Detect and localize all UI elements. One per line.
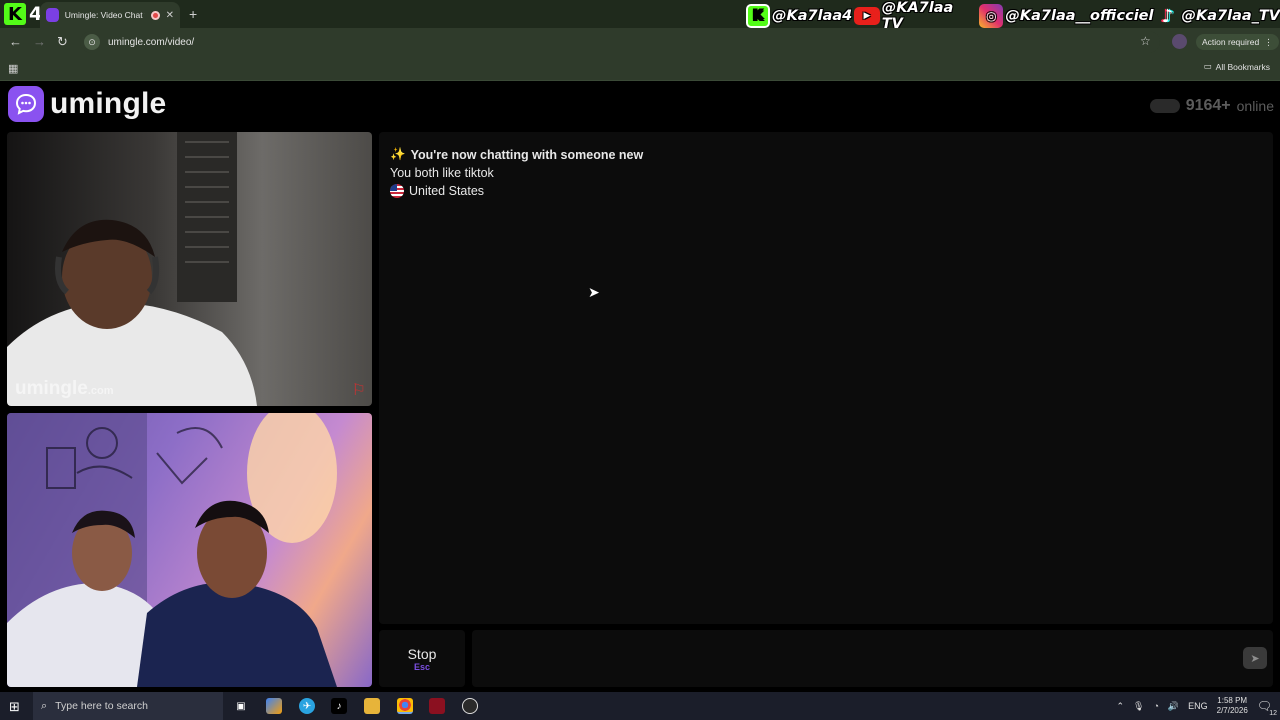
logo-text: umingle: [50, 87, 167, 120]
mouse-cursor-icon: ➤: [588, 284, 600, 300]
task-view-icon[interactable]: ▣: [233, 698, 249, 714]
bookmarks-bar: ▦ ▭ All Bookmarks: [0, 55, 1280, 81]
country-text: United States: [409, 184, 485, 198]
interest-text: You both like tiktok: [390, 166, 494, 180]
copilot-icon[interactable]: [266, 698, 282, 714]
browser-tab-bar: K 4 Umingle: Video Chat with S ✕ + K @Ka…: [0, 0, 1280, 32]
online-count: 9164+: [1185, 97, 1231, 114]
clock-time: 1:58 PM: [1217, 696, 1248, 705]
watermark-text: umingle: [15, 378, 88, 399]
umingle-favicon-icon: [46, 8, 59, 22]
social-instagram: ◎ @Ka7laa__officciel: [979, 4, 1153, 28]
social-tiktok: ♪ @Ka7laa_TV: [1155, 4, 1280, 28]
all-bookmarks-button[interactable]: ▭ All Bookmarks: [1204, 61, 1270, 72]
online-counter: 9164+ online: [1149, 97, 1274, 115]
forward-arrow-icon[interactable]: →: [33, 34, 46, 49]
tiktok-app-icon[interactable]: ♪: [331, 698, 347, 714]
umingle-logo[interactable]: umingle: [8, 86, 166, 122]
url-text[interactable]: umingle.com/video/: [108, 37, 194, 48]
action-required-label: Action required: [1202, 37, 1260, 47]
stranger-video: umingle.com ⚐: [7, 132, 372, 406]
social-handle: @Ka7laa__officciel: [1005, 8, 1154, 24]
social-kick: K @Ka7laa4: [746, 4, 852, 28]
umingle-page: umingle 9164+ online umingle.com ⚐ ✨ You…: [0, 81, 1280, 692]
message-input[interactable]: ➤: [472, 630, 1273, 687]
close-tab-icon[interactable]: ✕: [166, 10, 174, 21]
notifications-icon[interactable]: 🗨 12: [1257, 699, 1277, 717]
network-icon[interactable]: ◔: [1153, 701, 1158, 711]
volume-icon[interactable]: 🔊: [1168, 701, 1179, 712]
chrome-icon[interactable]: [397, 698, 413, 714]
show-hidden-icons-icon[interactable]: ⌃: [1116, 701, 1124, 712]
search-placeholder: Type here to search: [55, 700, 148, 712]
us-flag-icon: [390, 184, 404, 198]
stranger-video-frame: [7, 132, 257, 406]
taskbar-search[interactable]: ⌕ Type here to search: [33, 692, 223, 720]
notification-count: 12: [1269, 710, 1277, 717]
stop-shortcut: Esc: [413, 661, 430, 672]
status-text: You're now chatting with someone new: [410, 147, 644, 162]
apps-grid-icon[interactable]: ▦: [8, 62, 18, 75]
chat-bubble-icon: [8, 86, 44, 122]
online-label: online: [1236, 98, 1274, 114]
tiktok-icon: ♪: [1161, 5, 1174, 27]
chat-status-message: ✨ You're now chatting with someone new: [390, 147, 643, 162]
profile-avatar[interactable]: [1172, 34, 1187, 49]
instagram-icon: ◎: [979, 4, 1004, 28]
social-handle: @Ka7laa4: [772, 8, 853, 24]
system-tray: ⌃ 🎙 ◔ 🔊 ENG 1:58 PM 2/7/2026 🗨 12: [1116, 692, 1277, 720]
sparkles-icon: ✨: [390, 147, 406, 161]
social-handle: @Ka7laa_TV: [1181, 8, 1280, 24]
browser-toolbar: ← → ↻ ⊙ umingle.com/video/ ☆ Action requ…: [0, 28, 1280, 55]
umingle-watermark: umingle.com: [15, 378, 114, 400]
stop-button[interactable]: Stop Esc: [379, 630, 465, 687]
telegram-icon[interactable]: ✈: [299, 698, 315, 714]
kick-logo-icon: K: [4, 3, 26, 25]
self-video: [7, 413, 372, 687]
back-arrow-icon[interactable]: ←: [9, 34, 22, 49]
watermark-suffix: .com: [87, 385, 114, 397]
social-handles-overlay: K @Ka7laa4 ▶ @KA7laa TV ◎ @Ka7laa__offic…: [746, 0, 1280, 32]
new-tab-button[interactable]: +: [189, 6, 197, 22]
clock-date: 2/7/2026: [1216, 706, 1248, 715]
youtube-icon: ▶: [854, 7, 880, 25]
site-info-icon[interactable]: ⊙: [84, 34, 100, 50]
all-bookmarks-label: All Bookmarks: [1215, 61, 1270, 72]
online-indicator: [1149, 99, 1180, 113]
tab-title: Umingle: Video Chat with S: [64, 10, 145, 20]
language-indicator[interactable]: ENG: [1188, 701, 1208, 711]
action-required-button[interactable]: Action required ⋮: [1196, 34, 1279, 50]
clock[interactable]: 1:58 PM 2/7/2026: [1217, 696, 1248, 716]
stream-badge: K 4: [4, 3, 42, 25]
windows-start-icon[interactable]: ⊞: [9, 699, 20, 715]
browser-tab[interactable]: Umingle: Video Chat with S ✕: [40, 2, 180, 28]
chat-log: ✨ You're now chatting with someone new Y…: [379, 132, 1273, 624]
self-video-frame: [7, 413, 337, 687]
obs-red-icon[interactable]: [429, 698, 445, 714]
reload-icon[interactable]: ↻: [57, 34, 68, 50]
address-bar[interactable]: ⊙ umingle.com/video/: [80, 31, 1160, 53]
recorder-icon[interactable]: [462, 698, 478, 714]
kick-icon: K: [746, 4, 770, 28]
stop-label: Stop: [407, 645, 437, 662]
windows-taskbar: ⊞ ⌕ Type here to search ▣ ✈ ♪ ⌃ 🎙 ◔ 🔊 EN…: [0, 692, 1280, 720]
file-explorer-icon[interactable]: [364, 698, 380, 714]
bookmark-star-icon[interactable]: ☆: [1140, 34, 1151, 48]
send-icon[interactable]: ➤: [1243, 647, 1267, 669]
search-icon: ⌕: [41, 699, 48, 712]
folder-icon: ▭: [1203, 61, 1212, 71]
report-flag-icon[interactable]: ⚐: [352, 380, 366, 400]
chat-interest-message: You both like tiktok: [390, 166, 494, 180]
chat-country-message: United States: [390, 184, 484, 198]
more-menu-icon[interactable]: ⋮: [1264, 37, 1273, 48]
microphone-icon[interactable]: 🎙: [1133, 701, 1144, 712]
recording-indicator-icon: [151, 10, 160, 20]
